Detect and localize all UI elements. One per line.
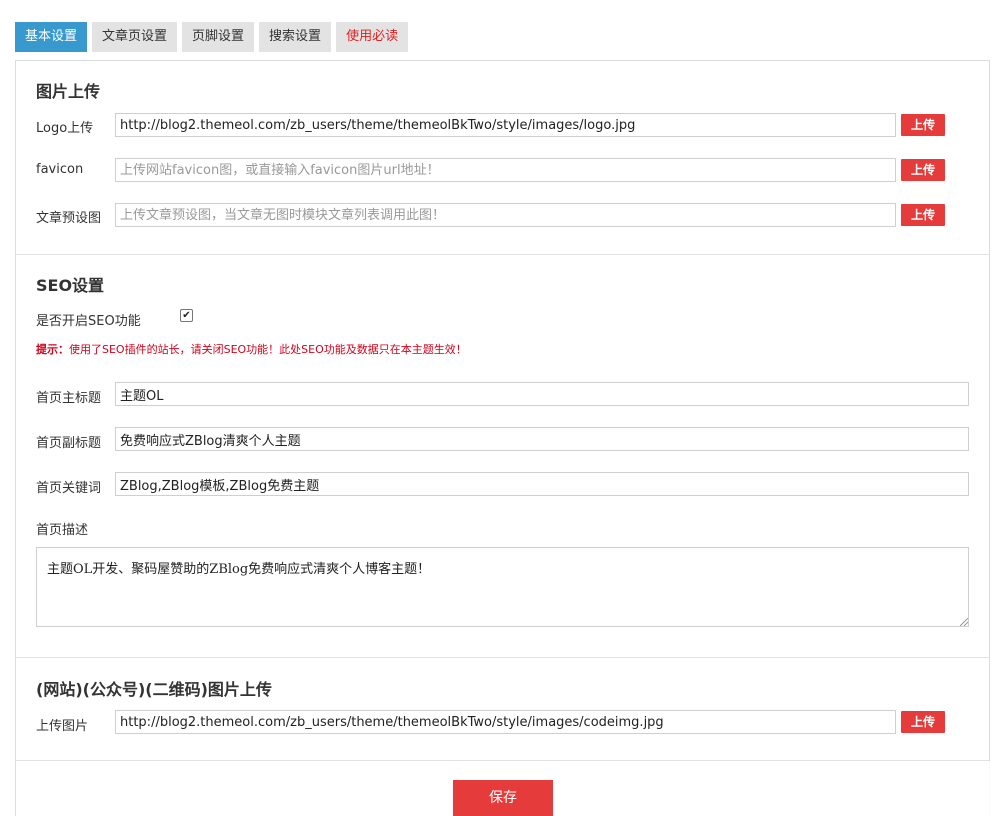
tab-must-read[interactable]: 使用必读 — [336, 22, 409, 52]
seo-hint-prefix: 提示： — [36, 343, 69, 356]
seo-hint-text: 使用了SEO插件的站长，请关闭SEO功能！此处SEO功能及数据只在本主题生效！ — [69, 343, 467, 356]
textarea-resize-handle[interactable] — [960, 618, 968, 626]
home-title-label: 首页主标题 — [36, 391, 102, 406]
home-subtitle-input[interactable] — [115, 427, 969, 451]
settings-panel: 图片上传 Logo上传 上传 favicon 上传 文章预设图 上传 SEO设置… — [15, 60, 991, 816]
seo-enable-checkbox[interactable]: ✔ — [180, 309, 193, 322]
seo-heading: SEO设置 — [36, 276, 105, 295]
favicon-url-input[interactable] — [115, 158, 896, 182]
qrcode-upload-label: 上传图片 — [36, 719, 89, 734]
logo-upload-button[interactable]: 上传 — [901, 114, 945, 136]
qrcode-url-input[interactable] — [115, 710, 896, 734]
preview-image-upload-button[interactable]: 上传 — [901, 204, 945, 226]
section-divider — [16, 760, 989, 761]
settings-tabs: 基本设置 文章页设置 页脚设置 搜索设置 使用必读 — [15, 22, 413, 52]
seo-hint: 提示：使用了SEO插件的站长，请关闭SEO功能！此处SEO功能及数据只在本主题生… — [36, 341, 467, 357]
home-description-textarea[interactable]: 主题OL开发、聚码屋赞助的ZBlog免费响应式清爽个人博客主题！ — [36, 547, 969, 627]
tab-article-settings[interactable]: 文章页设置 — [92, 22, 178, 52]
preview-image-url-input[interactable] — [115, 203, 896, 227]
seo-enable-label: 是否开启SEO功能 — [36, 314, 141, 329]
favicon-upload-button[interactable]: 上传 — [901, 159, 945, 181]
favicon-label: favicon — [36, 162, 84, 177]
image-upload-heading: 图片上传 — [36, 82, 101, 101]
home-keywords-input[interactable] — [115, 472, 969, 496]
tab-search-settings[interactable]: 搜索设置 — [259, 22, 332, 52]
tab-footer-settings[interactable]: 页脚设置 — [182, 22, 255, 52]
logo-upload-label: Logo上传 — [36, 121, 94, 136]
watermark-fade-overlay — [616, 761, 991, 816]
qrcode-upload-button[interactable]: 上传 — [901, 711, 945, 733]
section-divider — [16, 254, 989, 255]
home-subtitle-label: 首页副标题 — [36, 436, 102, 451]
save-button[interactable]: 保存 — [453, 780, 553, 816]
logo-url-input[interactable] — [115, 113, 896, 137]
qrcode-heading: (网站)(公众号)(二维码)图片上传 — [36, 680, 272, 699]
home-title-input[interactable] — [115, 382, 969, 406]
home-keywords-label: 首页关键词 — [36, 481, 102, 496]
preview-image-label: 文章预设图 — [36, 211, 102, 226]
tab-basic-settings[interactable]: 基本设置 — [15, 22, 88, 52]
home-description-label: 首页描述 — [36, 523, 89, 538]
section-divider — [16, 657, 989, 658]
settings-page: 基本设置 文章页设置 页脚设置 搜索设置 使用必读 图片上传 Logo上传 上传… — [0, 0, 1003, 816]
